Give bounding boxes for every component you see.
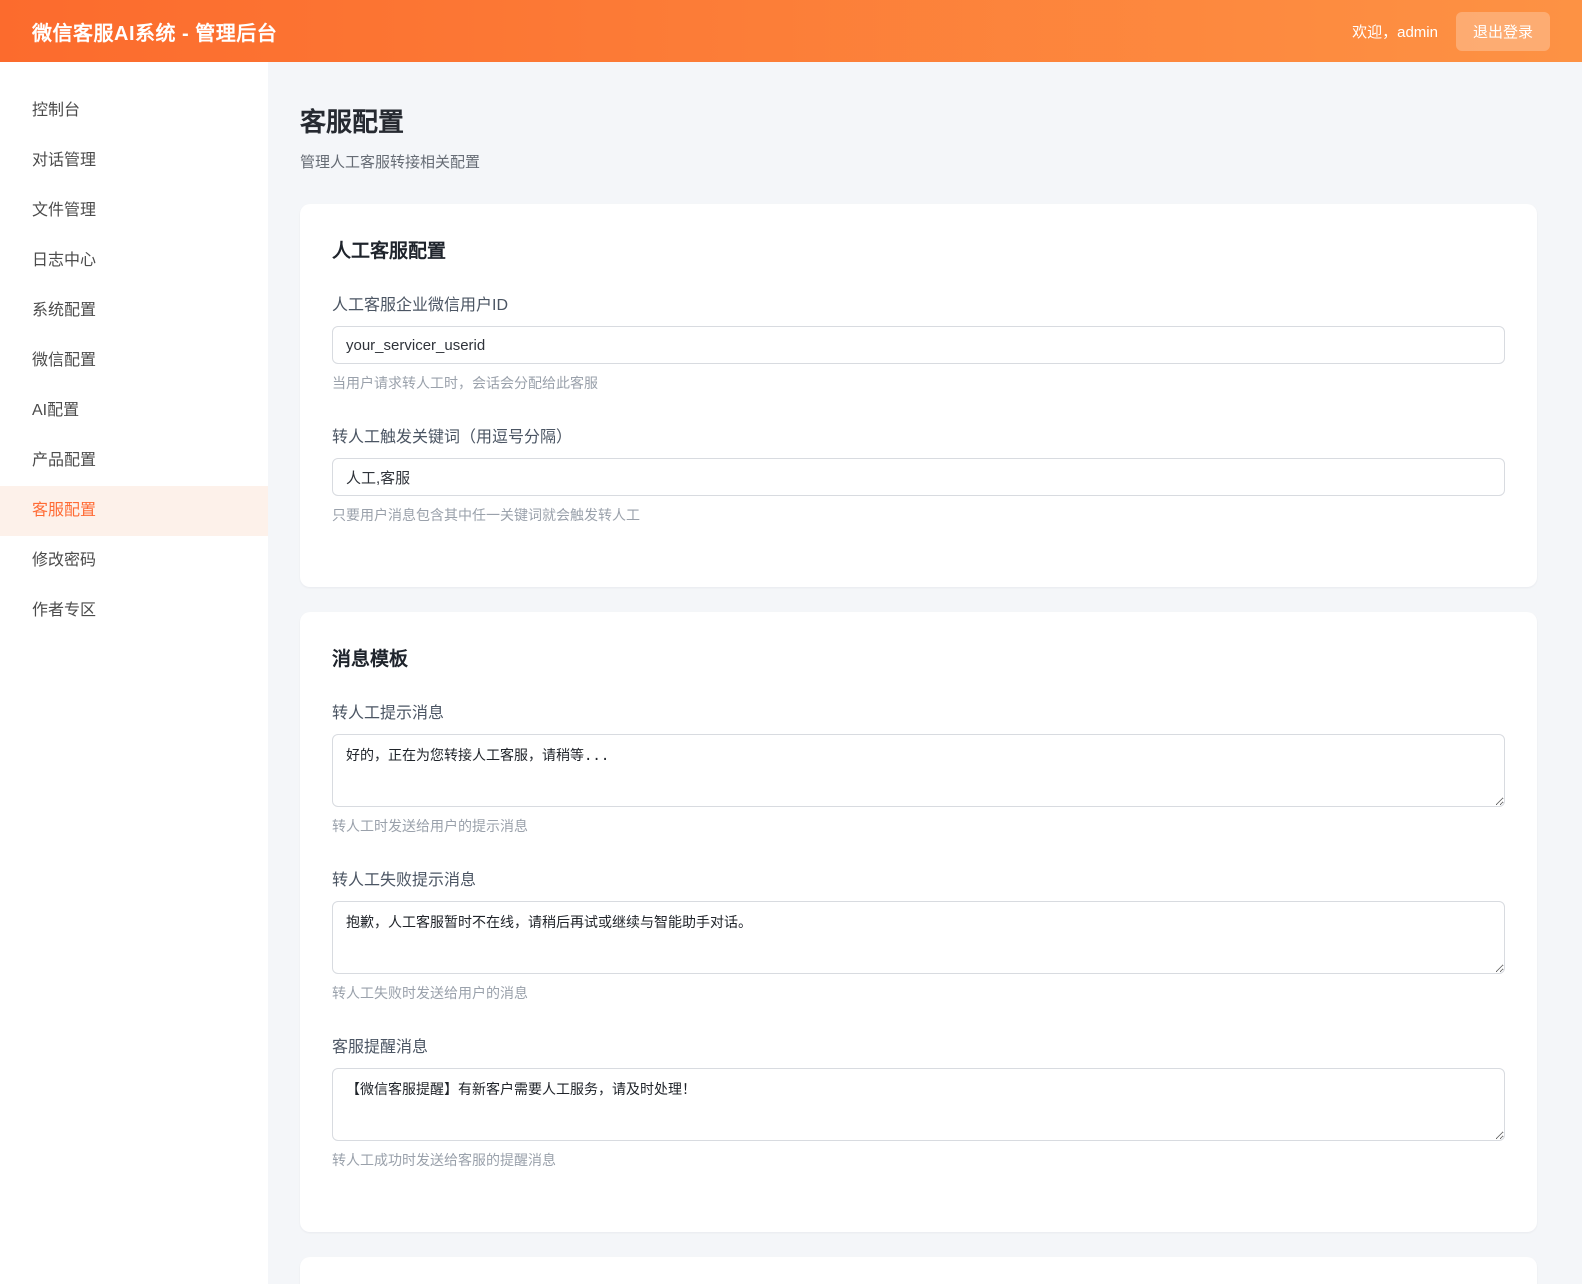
field-servicer-userid: 人工客服企业微信用户ID 当用户请求转人工时，会话会分配给此客服: [332, 291, 1505, 393]
field-hint: 只要用户消息包含其中任一关键词就会触发转人工: [332, 505, 1505, 525]
field-transfer-keywords: 转人工触发关键词（用逗号分隔） 只要用户消息包含其中任一关键词就会触发转人工: [332, 423, 1505, 525]
field-transfer-fail-prompt: 转人工失败提示消息 抱歉，人工客服暂时不在线，请稍后再试或继续与智能助手对话。 …: [332, 866, 1505, 1003]
field-transfer-prompt: 转人工提示消息 好的，正在为您转接人工客服，请稍等... 转人工时发送给用户的提…: [332, 699, 1505, 836]
sidebar-item-files[interactable]: 文件管理: [0, 186, 268, 236]
card-message-templates: 消息模板 转人工提示消息 好的，正在为您转接人工客服，请稍等... 转人工时发送…: [300, 612, 1537, 1232]
card-servicer-config: 人工客服配置 人工客服企业微信用户ID 当用户请求转人工时，会话会分配给此客服 …: [300, 204, 1537, 587]
field-hint: 转人工时发送给用户的提示消息: [332, 816, 1505, 836]
sidebar-item-system-config[interactable]: 系统配置: [0, 286, 268, 336]
sidebar-item-service-config[interactable]: 客服配置: [0, 486, 268, 536]
field-label: 转人工提示消息: [332, 699, 1505, 723]
field-label: 转人工触发关键词（用逗号分隔）: [332, 423, 1505, 447]
field-label: 人工客服企业微信用户ID: [332, 291, 1505, 315]
sidebar-item-product-config[interactable]: 产品配置: [0, 436, 268, 486]
field-servicer-notify-message: 客服提醒消息 【微信客服提醒】有新客户需要人工服务，请及时处理！ 转人工成功时发…: [332, 1033, 1505, 1170]
transfer-fail-textarea[interactable]: 抱歉，人工客服暂时不在线，请稍后再试或继续与智能助手对话。: [332, 901, 1505, 974]
page-subtitle: 管理人工客服转接相关配置: [300, 151, 1537, 172]
field-hint: 当用户请求转人工时，会话会分配给此客服: [332, 373, 1505, 393]
welcome-text: 欢迎，admin: [1352, 21, 1438, 42]
header-right: 欢迎，admin 退出登录: [1352, 12, 1550, 51]
sidebar-item-dashboard[interactable]: 控制台: [0, 86, 268, 136]
layout: 控制台 对话管理 文件管理 日志中心 系统配置 微信配置 AI配置 产品配置 客…: [0, 62, 1582, 1284]
field-label: 转人工失败提示消息: [332, 866, 1505, 890]
transfer-keywords-input[interactable]: [332, 458, 1505, 496]
sidebar-item-ai-config[interactable]: AI配置: [0, 386, 268, 436]
sidebar-item-change-password[interactable]: 修改密码: [0, 536, 268, 586]
field-hint: 转人工成功时发送给客服的提醒消息: [332, 1150, 1505, 1170]
logout-button[interactable]: 退出登录: [1456, 12, 1550, 51]
servicer-notify-textarea[interactable]: 【微信客服提醒】有新客户需要人工服务，请及时处理！: [332, 1068, 1505, 1141]
sidebar-item-conversations[interactable]: 对话管理: [0, 136, 268, 186]
app-header: 微信客服AI系统 - 管理后台 欢迎，admin 退出登录: [0, 0, 1582, 62]
page-title: 客服配置: [300, 102, 1537, 139]
sidebar-item-wechat-config[interactable]: 微信配置: [0, 336, 268, 386]
field-hint: 转人工失败时发送给用户的消息: [332, 983, 1505, 1003]
servicer-userid-input[interactable]: [332, 326, 1505, 364]
card-title: 消息模板: [332, 644, 1505, 671]
card-title: 人工客服配置: [332, 236, 1505, 263]
app-title: 微信客服AI系统 - 管理后台: [32, 17, 277, 46]
transfer-prompt-textarea[interactable]: 好的，正在为您转接人工客服，请稍等...: [332, 734, 1505, 807]
main-content: 客服配置 管理人工客服转接相关配置 人工客服配置 人工客服企业微信用户ID 当用…: [268, 62, 1582, 1284]
sidebar: 控制台 对话管理 文件管理 日志中心 系统配置 微信配置 AI配置 产品配置 客…: [0, 62, 268, 1284]
field-label: 客服提醒消息: [332, 1033, 1505, 1057]
sidebar-item-logs[interactable]: 日志中心: [0, 236, 268, 286]
sidebar-item-author-zone[interactable]: 作者专区: [0, 586, 268, 636]
card-inquiry-notify-config: 咨询提醒配置 启用咨询提醒 当有用户咨询AI时，自动提醒人工客服: [300, 1257, 1537, 1284]
